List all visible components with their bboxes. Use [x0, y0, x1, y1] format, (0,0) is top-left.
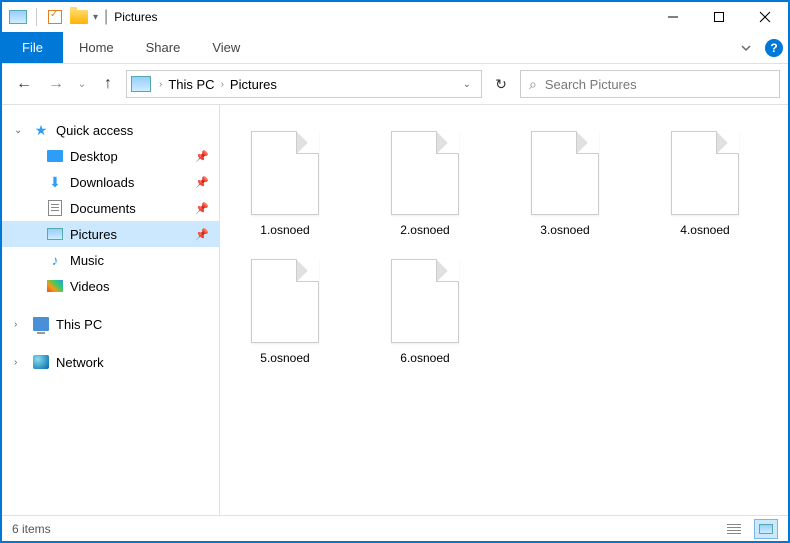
- documents-icon: [46, 200, 64, 216]
- sidebar-item-label: Music: [70, 253, 219, 268]
- sidebar-item-desktop[interactable]: Desktop 📌: [2, 143, 219, 169]
- large-icons-view-icon: [759, 524, 773, 534]
- pictures-icon: [46, 226, 64, 242]
- sidebar-this-pc[interactable]: › This PC: [2, 311, 219, 337]
- app-icon: [8, 7, 28, 27]
- tab-share[interactable]: Share: [130, 32, 197, 63]
- file-item[interactable]: 1.osnoed: [230, 125, 340, 243]
- close-button[interactable]: [742, 2, 788, 32]
- help-button[interactable]: ?: [760, 32, 788, 63]
- videos-icon: [46, 278, 64, 294]
- file-icon: [531, 131, 599, 215]
- details-view-button[interactable]: [722, 519, 746, 539]
- refresh-button[interactable]: ↻: [486, 70, 516, 98]
- window-title: Pictures: [114, 10, 157, 24]
- details-view-icon: [727, 524, 741, 534]
- sidebar-item-documents[interactable]: Documents 📌: [2, 195, 219, 221]
- sidebar-item-pictures[interactable]: Pictures 📌: [2, 221, 219, 247]
- navigation-bar: ← → ⌄ ↑ › This PC › Pictures ⌄ ↻ ⌕ Searc…: [2, 64, 788, 104]
- ribbon: File Home Share View ?: [2, 32, 788, 64]
- pin-icon: 📌: [195, 228, 209, 241]
- file-tab[interactable]: File: [2, 32, 63, 63]
- sidebar-item-label: Quick access: [56, 123, 219, 138]
- music-icon: ♪: [46, 252, 64, 268]
- sidebar-item-label: Documents: [70, 201, 189, 216]
- address-bar[interactable]: › This PC › Pictures ⌄: [126, 70, 482, 98]
- tab-home[interactable]: Home: [63, 32, 130, 63]
- tab-view[interactable]: View: [196, 32, 256, 63]
- file-name: 5.osnoed: [260, 351, 309, 365]
- ribbon-collapse-icon[interactable]: [732, 32, 760, 63]
- qat-properties-icon[interactable]: [45, 7, 65, 27]
- minimize-button[interactable]: [650, 2, 696, 32]
- file-icon: [391, 259, 459, 343]
- sidebar-item-videos[interactable]: Videos: [2, 273, 219, 299]
- file-item[interactable]: 5.osnoed: [230, 253, 340, 371]
- sidebar-item-music[interactable]: ♪ Music: [2, 247, 219, 273]
- file-name: 2.osnoed: [400, 223, 449, 237]
- pin-icon: 📌: [195, 176, 209, 189]
- expand-icon[interactable]: ›: [14, 319, 26, 330]
- titlebar: ▾ | Pictures: [2, 2, 788, 32]
- downloads-icon: ⬇: [46, 174, 64, 190]
- titlebar-separator: |: [104, 8, 108, 26]
- network-icon: [32, 354, 50, 370]
- address-dropdown-icon[interactable]: ⌄: [457, 79, 477, 90]
- back-button[interactable]: ←: [10, 70, 38, 98]
- large-icons-view-button[interactable]: [754, 519, 778, 539]
- file-name: 1.osnoed: [260, 223, 309, 237]
- qat-folder-icon[interactable]: [69, 7, 89, 27]
- pc-icon: [32, 316, 50, 332]
- search-placeholder: Search Pictures: [545, 77, 637, 92]
- up-button[interactable]: ↑: [94, 70, 122, 98]
- file-icon: [251, 259, 319, 343]
- maximize-button[interactable]: [696, 2, 742, 32]
- breadcrumb-chevron-icon[interactable]: ›: [221, 79, 224, 90]
- forward-button[interactable]: →: [42, 70, 70, 98]
- breadcrumb-pictures[interactable]: Pictures: [230, 77, 277, 92]
- file-name: 6.osnoed: [400, 351, 449, 365]
- breadcrumb-this-pc[interactable]: This PC: [168, 77, 214, 92]
- star-icon: ★: [32, 122, 50, 138]
- sidebar-item-label: This PC: [56, 317, 219, 332]
- pin-icon: 📌: [195, 202, 209, 215]
- sidebar-item-label: Desktop: [70, 149, 189, 164]
- sidebar-item-downloads[interactable]: ⬇ Downloads 📌: [2, 169, 219, 195]
- file-item[interactable]: 3.osnoed: [510, 125, 620, 243]
- file-item[interactable]: 4.osnoed: [650, 125, 760, 243]
- help-icon: ?: [765, 39, 783, 57]
- item-count: 6 items: [12, 522, 51, 536]
- location-icon: [131, 76, 151, 92]
- desktop-icon: [46, 148, 64, 164]
- explorer-window: ▾ | Pictures File Home Share View ? ← → …: [2, 2, 788, 541]
- file-icon: [391, 131, 459, 215]
- file-name: 4.osnoed: [680, 223, 729, 237]
- sidebar-item-label: Videos: [70, 279, 219, 294]
- breadcrumb-chevron-icon[interactable]: ›: [159, 79, 162, 90]
- file-item[interactable]: 2.osnoed: [370, 125, 480, 243]
- file-name: 3.osnoed: [540, 223, 589, 237]
- sidebar-item-label: Pictures: [70, 227, 189, 242]
- file-list[interactable]: 1.osnoed 2.osnoed 3.osnoed 4.osnoed 5.os…: [220, 105, 788, 515]
- sidebar-network[interactable]: › Network: [2, 349, 219, 375]
- file-icon: [671, 131, 739, 215]
- file-item[interactable]: 6.osnoed: [370, 253, 480, 371]
- sidebar-item-label: Downloads: [70, 175, 189, 190]
- file-icon: [251, 131, 319, 215]
- qat-dropdown-icon[interactable]: ▾: [93, 12, 98, 23]
- collapse-icon[interactable]: ⌄: [14, 125, 26, 136]
- expand-icon[interactable]: ›: [14, 357, 26, 368]
- search-input[interactable]: ⌕ Search Pictures: [520, 70, 780, 98]
- sidebar-quick-access[interactable]: ⌄ ★ Quick access: [2, 117, 219, 143]
- sidebar-item-label: Network: [56, 355, 219, 370]
- body: ⌄ ★ Quick access Desktop 📌 ⬇ Downloads 📌…: [2, 104, 788, 515]
- statusbar: 6 items: [2, 515, 788, 541]
- recent-locations-icon[interactable]: ⌄: [74, 70, 90, 98]
- pin-icon: 📌: [195, 150, 209, 163]
- search-icon: ⌕: [529, 76, 537, 93]
- navigation-pane: ⌄ ★ Quick access Desktop 📌 ⬇ Downloads 📌…: [2, 105, 220, 515]
